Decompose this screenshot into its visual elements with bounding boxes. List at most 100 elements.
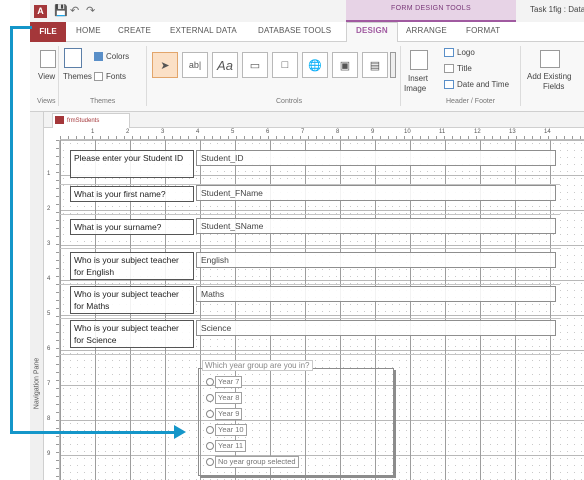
ruler-number: 2 [126, 129, 130, 135]
button-control[interactable]: ▭ [242, 52, 268, 78]
views-group-label: Views [37, 98, 56, 105]
context-group-title: FORM DESIGN TOOLS [391, 5, 471, 12]
option-year-8[interactable]: Year 8 [206, 391, 243, 404]
horizontal-ruler[interactable] [60, 128, 584, 140]
themes-icon[interactable] [64, 48, 82, 68]
section-line [60, 214, 560, 215]
option-no-year-group[interactable]: No year group selected [206, 455, 299, 468]
colors-icon[interactable] [94, 52, 103, 61]
radio-icon[interactable] [206, 457, 214, 466]
themes-button[interactable]: Themes [63, 72, 92, 81]
ruler-number: 7 [301, 129, 305, 135]
option-year-10[interactable]: Year 10 [206, 423, 247, 436]
tab-control-icon: □ [281, 59, 289, 71]
student-id-label[interactable]: Please enter your Student ID [70, 150, 194, 178]
ruler-number: 9 [47, 451, 51, 457]
vertical-ruler[interactable] [44, 140, 60, 480]
title-icon[interactable] [444, 64, 454, 73]
option-label: Year 7 [215, 375, 243, 388]
english-teacher-label[interactable]: Who is your subject teacher for English [70, 252, 194, 280]
date-time-button[interactable]: Date and Time [457, 80, 509, 89]
surname-label[interactable]: What is your surname? [70, 219, 194, 235]
group-divider [58, 46, 59, 106]
ruler-number: 8 [336, 129, 340, 135]
science-teacher-label[interactable]: Who is your subject teacher for Science [70, 320, 194, 348]
add-fields-line1[interactable]: Add Existing [527, 72, 571, 81]
radio-icon[interactable] [206, 441, 214, 450]
student-id-field[interactable]: Student_ID [196, 150, 556, 166]
ruler-number: 6 [266, 129, 270, 135]
web-browser-control[interactable]: ▣ [332, 52, 358, 78]
first-name-label[interactable]: What is your first name? [70, 186, 194, 202]
navigation-control-icon: ▤ [369, 59, 381, 72]
add-fields-icon[interactable] [540, 50, 560, 68]
ruler-number: 5 [47, 311, 51, 317]
tab-design[interactable]: DESIGN [356, 26, 388, 35]
insert-image-line1[interactable]: Insert [408, 74, 428, 83]
surname-field[interactable]: Student_SName [196, 218, 556, 234]
tab-arrange[interactable]: ARRANGE [406, 26, 447, 35]
tab-control[interactable]: □ [272, 52, 298, 78]
ruler-number: 1 [91, 129, 95, 135]
view-icon[interactable] [40, 50, 56, 68]
ruler-number: 2 [47, 206, 51, 212]
radio-icon[interactable] [206, 409, 214, 418]
colors-button[interactable]: Colors [106, 52, 129, 61]
year-group-caption[interactable]: Which year group are you in? [202, 360, 313, 371]
ruler-number: 9 [371, 129, 375, 135]
fonts-icon[interactable] [94, 72, 103, 81]
english-teacher-field[interactable]: English [196, 252, 556, 268]
tab-database-tools[interactable]: DATABASE TOOLS [258, 26, 331, 35]
controls-group-label: Controls [276, 98, 303, 105]
option-year-7[interactable]: Year 7 [206, 375, 243, 388]
title-button[interactable]: Title [457, 64, 472, 73]
select-pointer-control[interactable]: ➤ [152, 52, 178, 78]
option-year-11[interactable]: Year 11 [206, 439, 247, 452]
textbox-control[interactable]: ab| [182, 52, 208, 78]
ruler-number: 3 [161, 129, 165, 135]
insert-image-line2[interactable]: Image [404, 84, 426, 93]
arrow-head-icon [174, 425, 186, 439]
label-control[interactable]: Aa [212, 52, 238, 78]
radio-icon[interactable] [206, 425, 214, 434]
science-teacher-field[interactable]: Science [196, 320, 556, 336]
maths-teacher-field[interactable]: Maths [196, 286, 556, 302]
group-divider [400, 46, 401, 106]
radio-icon[interactable] [206, 393, 214, 402]
maths-teacher-label[interactable]: Who is your subject teacher for Maths [70, 286, 194, 314]
hyperlink-control[interactable]: 🌐 [302, 52, 328, 78]
logo-icon[interactable] [444, 48, 454, 57]
fonts-button[interactable]: Fonts [106, 72, 126, 81]
annotation-arrow-top [10, 26, 32, 29]
controls-more-icon[interactable] [390, 52, 396, 78]
access-logo-icon[interactable]: A [34, 5, 47, 18]
first-name-field[interactable]: Student_FName [196, 185, 556, 201]
save-icon[interactable]: 💾 [54, 4, 68, 17]
option-label: Year 11 [215, 439, 247, 452]
add-fields-line2[interactable]: Fields [543, 82, 564, 91]
insert-image-icon[interactable] [410, 50, 428, 70]
ruler-number: 8 [47, 416, 51, 422]
redo-icon[interactable]: ↷ [86, 4, 95, 17]
option-label: Year 8 [215, 391, 243, 404]
date-time-icon[interactable] [444, 80, 454, 89]
logo-button[interactable]: Logo [457, 48, 475, 57]
tab-home[interactable]: HOME [76, 26, 101, 35]
document-title: Task 1fig : Database [530, 5, 584, 14]
tab-external-data[interactable]: EXTERNAL DATA [170, 26, 237, 35]
option-label: Year 9 [215, 407, 243, 420]
form-icon [55, 116, 64, 124]
undo-icon[interactable]: ↶ [70, 4, 79, 17]
radio-icon[interactable] [206, 377, 214, 386]
navigation-pane[interactable] [30, 112, 44, 480]
view-button[interactable]: View [38, 72, 55, 81]
option-year-9[interactable]: Year 9 [206, 407, 243, 420]
header-footer-group-label: Header / Footer [446, 98, 496, 105]
tab-file[interactable]: FILE [30, 22, 66, 42]
tab-format[interactable]: FORMAT [466, 26, 500, 35]
ruler-number: 6 [47, 346, 51, 352]
navigation-control[interactable]: ▤ [362, 52, 388, 78]
ruler-number: 13 [509, 129, 516, 135]
tab-create[interactable]: CREATE [118, 26, 151, 35]
section-line [60, 284, 560, 285]
